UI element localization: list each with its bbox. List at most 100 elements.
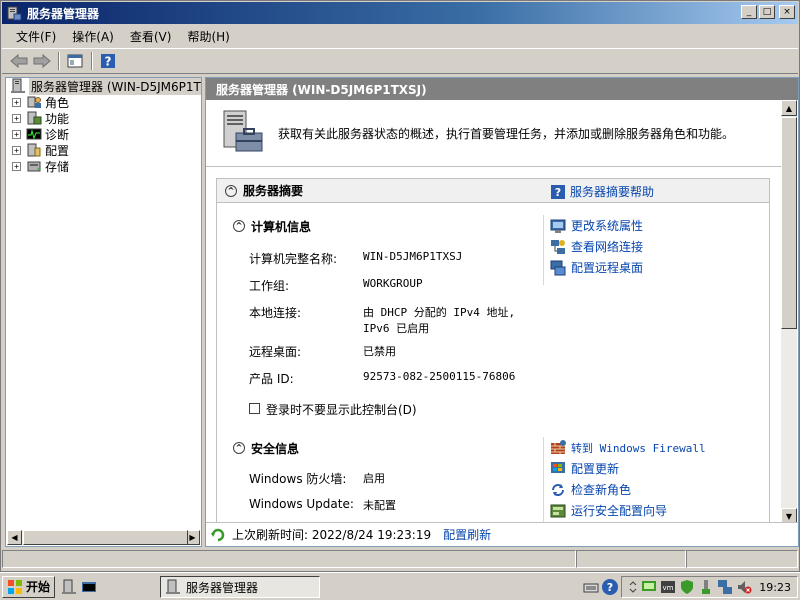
menu-file[interactable]: 文件(F) [8, 26, 64, 47]
collapse-icon[interactable]: ^ [225, 184, 237, 197]
remote-desktop-icon [550, 260, 566, 275]
security-info-tasks: 转到 Windows Firewall 配置更新 检查新角色 运行安全配置向导 [543, 437, 758, 527]
server-summary-help-link[interactable]: ? 服务器摘要帮助 [551, 183, 654, 200]
help-circle-icon[interactable]: ? [601, 578, 619, 596]
start-button[interactable]: 开始 [2, 575, 56, 598]
refresh-arrows-icon [552, 483, 564, 496]
dont-show-checkbox[interactable]: 登录时不要显示此控制台(D) [249, 401, 417, 418]
server-summary-header: ^ 服务器摘要 ? 服务器摘要帮助 [217, 179, 769, 203]
forward-button[interactable] [31, 50, 53, 72]
toolbar-separator [91, 52, 93, 70]
info-key: 远程桌面: [249, 345, 302, 359]
toolbar: ? [2, 48, 798, 74]
help-icon: ? [101, 54, 115, 69]
collapse-icon[interactable]: ^ [233, 442, 245, 454]
info-row-computer-name: 计算机完整名称: WIN-D5JM6P1TXSJ [249, 250, 462, 267]
tree-item-features[interactable]: + 功能 [6, 110, 201, 126]
roles-icon [27, 96, 41, 108]
info-value: WORKGROUP [363, 277, 423, 290]
menu-action[interactable]: 操作(A) [64, 26, 122, 47]
configure-refresh-link[interactable]: 配置刷新 [443, 526, 491, 543]
quick-launch [61, 579, 97, 595]
task-go-to-firewall[interactable]: 转到 Windows Firewall [544, 437, 758, 458]
details-pane: 服务器管理器 (WIN-D5JM6P1TXSJ) 获取有关此服务器状态的概述，执… [205, 77, 799, 547]
system-properties-icon [550, 219, 566, 233]
checkbox[interactable] [249, 403, 260, 414]
taskbar-button-server-manager[interactable]: 服务器管理器 [160, 576, 320, 598]
content-header: 服务器管理器 (WIN-D5JM6P1TXSJ) [206, 78, 798, 100]
info-key: Windows Update: [249, 497, 354, 511]
minimize-button[interactable]: _ [741, 5, 757, 19]
title-bar[interactable]: 服务器管理器 _ □ × [2, 2, 798, 24]
scroll-left-button[interactable]: ◀ [7, 530, 22, 545]
show-hide-tree-button[interactable] [64, 50, 86, 72]
diagnostics-icon [26, 128, 42, 140]
scroll-thumb[interactable] [781, 117, 797, 329]
tree-item-configuration[interactable]: + 配置 [6, 142, 201, 158]
task-run-security-wizard[interactable]: 运行安全配置向导 [544, 500, 758, 521]
task-label: 配置远程桌面 [571, 261, 644, 275]
info-row-remote-desktop: 远程桌面: 已禁用 [249, 343, 396, 360]
tree-item-storage[interactable]: + 存储 [6, 158, 201, 174]
tray-expand-icon[interactable] [628, 579, 638, 595]
status-cell [686, 550, 798, 568]
checkbox-label: 登录时不要显示此控制台(D) [266, 403, 417, 417]
tree-root[interactable]: 服务器管理器 (WIN-D5JM6P1TXSJ [6, 78, 201, 95]
network-connection-icon[interactable] [717, 579, 733, 595]
server-toolbox-icon [223, 110, 263, 152]
server-manager-icon [166, 579, 180, 594]
usb-device-icon[interactable] [698, 579, 714, 595]
svg-text:?: ? [607, 581, 613, 594]
start-label: 开始 [26, 580, 51, 594]
info-row-local-connection: 本地连接: 由 DHCP 分配的 IPv4 地址, IPv6 已启用 [249, 304, 515, 336]
clock[interactable]: 19:23 [759, 581, 791, 594]
command-prompt-icon[interactable] [81, 579, 97, 595]
tree-horizontal-scrollbar[interactable]: ◀ ▶ [7, 530, 200, 545]
status-cell [2, 550, 576, 568]
windows-logo-icon [8, 579, 22, 594]
network-icon[interactable] [641, 579, 657, 595]
expand-toggle[interactable]: + [12, 97, 21, 107]
help-link-label: 服务器摘要帮助 [570, 185, 655, 199]
refresh-icon [211, 528, 225, 541]
task-check-new-roles[interactable]: 检查新角色 [544, 479, 758, 500]
window-title: 服务器管理器 [27, 6, 100, 21]
security-shield-icon[interactable] [679, 579, 695, 595]
scroll-up-button[interactable]: ▲ [781, 100, 797, 116]
tree-item-diagnostics[interactable]: + 诊断 [6, 126, 201, 142]
task-label: 配置更新 [571, 462, 620, 476]
menu-view[interactable]: 查看(V) [122, 26, 180, 47]
server-summary-title: 服务器摘要 [243, 184, 304, 198]
server-manager-icon[interactable] [61, 579, 77, 595]
console-tree: 服务器管理器 (WIN-D5JM6P1TXSJ + 角色 + 功能 + 诊断 +… [5, 77, 202, 547]
expand-toggle[interactable]: + [12, 161, 21, 171]
svg-text:?: ? [105, 55, 112, 69]
back-button[interactable] [8, 50, 30, 72]
details-vertical-scrollbar[interactable]: ▲ ▼ [781, 100, 797, 524]
help-button[interactable]: ? [97, 50, 119, 72]
task-change-system-properties[interactable]: 更改系统属性 [544, 215, 758, 236]
expand-toggle[interactable]: + [12, 145, 21, 155]
expand-toggle[interactable]: + [12, 113, 21, 123]
info-key: 计算机完整名称: [249, 252, 338, 266]
taskbar: 开始 服务器管理器 ? vm 19:23 [0, 572, 800, 600]
tree-item-roles[interactable]: + 角色 [6, 94, 201, 110]
vmware-icon[interactable]: vm [660, 579, 676, 595]
volume-muted-icon[interactable] [736, 579, 752, 595]
expand-toggle[interactable]: + [12, 129, 21, 139]
info-value: 92573-082-2500115-76806 [363, 370, 516, 383]
task-configure-remote-desktop[interactable]: 配置远程桌面 [544, 257, 758, 278]
scroll-thumb[interactable] [23, 530, 188, 545]
info-key: 本地连接: [249, 306, 302, 320]
close-button[interactable]: × [779, 5, 795, 19]
security-info-title: 安全信息 [251, 441, 300, 456]
collapse-icon[interactable]: ^ [233, 220, 245, 232]
task-view-network-connections[interactable]: 查看网络连接 [544, 236, 758, 257]
tree-root-label: 服务器管理器 (WIN-D5JM6P1TXSJ [29, 78, 201, 95]
task-configure-updates[interactable]: 配置更新 [544, 458, 758, 479]
maximize-button[interactable]: □ [759, 5, 775, 19]
keyboard-icon[interactable] [583, 579, 599, 595]
info-value: 由 DHCP 分配的 IPv4 地址, IPv6 已启用 [363, 304, 515, 336]
toolbar-separator [58, 52, 60, 70]
menu-help[interactable]: 帮助(H) [179, 26, 237, 47]
